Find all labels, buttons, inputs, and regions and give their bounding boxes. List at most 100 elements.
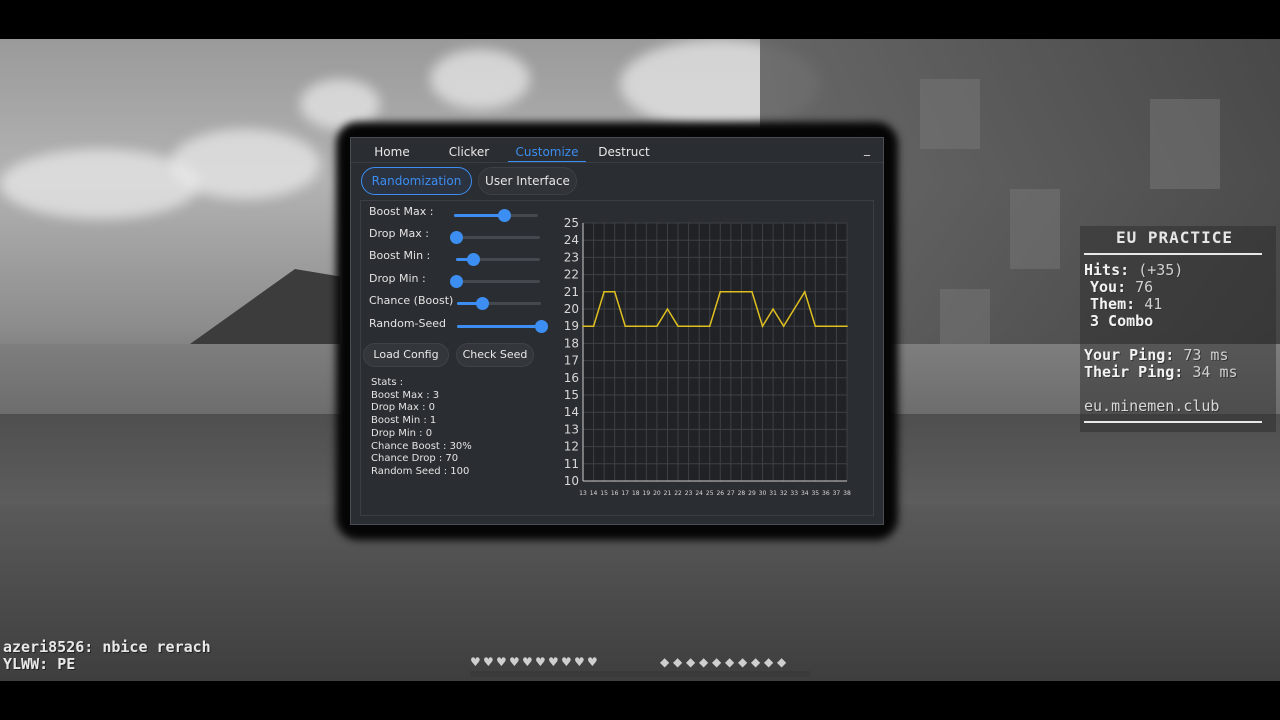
slider-knob[interactable] <box>466 253 480 266</box>
slider-label: Chance (Boost) <box>369 294 454 307</box>
x-tick-label: 25 <box>706 490 714 497</box>
your-ping-value: 73 ms <box>1183 346 1229 364</box>
heart-icon: ♥ <box>548 655 559 669</box>
cloud <box>170 129 320 199</box>
chat-name: YLWW: <box>3 655 49 673</box>
y-tick-label: 19 <box>564 319 579 333</box>
x-tick-label: 20 <box>653 490 661 497</box>
heart-icon: ♥ <box>470 655 481 669</box>
chat-message: nbice rerach <box>102 638 211 656</box>
combo-line: 3 Combo <box>1090 312 1154 330</box>
armor-icon: ◆ <box>673 655 683 669</box>
random-seed-slider[interactable] <box>457 320 548 333</box>
x-tick-label: 28 <box>738 490 746 497</box>
boost-max-slider[interactable] <box>454 209 538 222</box>
data-point <box>814 325 817 327</box>
wall-block <box>940 289 990 349</box>
wall-block <box>920 79 980 149</box>
load-config-button[interactable]: Load Config <box>363 343 449 367</box>
tabbar-divider <box>351 162 883 163</box>
tab-home[interactable]: Home <box>369 143 415 161</box>
x-tick-label: 27 <box>727 490 735 497</box>
slider-knob[interactable] <box>450 231 463 244</box>
data-point <box>793 308 795 310</box>
y-axis-ticks: 10 11 12 13 14 15 16 17 18 19 20 21 22 23 24 25 <box>564 216 579 488</box>
drop-max-slider[interactable] <box>450 231 540 244</box>
slider-fill <box>457 325 541 328</box>
their-ping-line: Their Ping: 34 ms <box>1084 363 1238 381</box>
tab-clicker[interactable]: Clicker <box>447 143 491 161</box>
armor-bar: ◆ ◆ ◆ ◆ ◆ ◆ ◆ ◆ ◆ ◆ <box>660 651 790 670</box>
chat-message: PE <box>57 655 76 673</box>
server-address: eu.minemen.club <box>1084 397 1220 415</box>
data-point <box>761 325 764 327</box>
y-tick-label: 11 <box>564 457 579 471</box>
you-value: 76 <box>1135 278 1154 296</box>
x-tick-label: 19 <box>643 490 651 497</box>
hits-label: Hits: <box>1084 261 1130 279</box>
x-tick-label: 13 <box>579 490 587 497</box>
stats-line: Random Seed : 100 <box>371 465 470 477</box>
server-title: EU PRACTICE <box>1116 228 1233 247</box>
them-line: Them: 41 <box>1090 295 1162 313</box>
subtab-user-interface[interactable]: User Interface <box>478 167 577 195</box>
distant-hill <box>190 269 340 344</box>
x-tick-label: 15 <box>600 490 608 497</box>
randomization-panel: Boost Max : Drop Max : Boost Min : Drop … <box>360 200 874 516</box>
slider-knob[interactable] <box>476 297 490 310</box>
hits-value: (+35) <box>1138 261 1184 279</box>
heart-icon: ♥ <box>496 655 507 669</box>
x-tick-label: 16 <box>611 490 619 497</box>
stats-header: Stats : <box>371 377 404 388</box>
slider-label: Drop Max : <box>369 227 429 240</box>
minimize-button[interactable]: _ <box>864 142 870 156</box>
stats-line: Chance Boost : 30% <box>371 440 472 452</box>
y-tick-label: 12 <box>564 440 579 454</box>
x-tick-label: 36 <box>822 490 830 497</box>
hotbar: ♥ ♥ ♥ ♥ ♥ ♥ ♥ ♥ ♥ ♥ ◆ ◆ ◆ ◆ ◆ ◆ ◆ ◆ ◆ ◆ <box>470 651 810 679</box>
y-tick-label: 13 <box>564 422 579 436</box>
xp-bar <box>470 671 810 677</box>
stats-line: Boost Min : 1 <box>371 415 437 427</box>
boost-min-slider[interactable] <box>456 253 540 266</box>
tab-customize[interactable]: Customize <box>508 143 586 162</box>
their-ping-label: Their Ping: <box>1084 363 1184 381</box>
x-tick-label: 37 <box>833 490 841 497</box>
stats-line: Drop Min : 0 <box>371 427 433 439</box>
scoreboard-divider <box>1084 253 1262 255</box>
stats-block: Stats : Boost Max : 3 Drop Max : 0 Boost… <box>371 377 472 479</box>
slider-knob[interactable] <box>535 320 548 333</box>
slider-knob[interactable] <box>450 275 463 288</box>
data-point <box>645 325 648 327</box>
armor-icon: ◆ <box>660 655 670 669</box>
chat-line: azeri8526: nbice rerach <box>3 638 211 656</box>
slider-fill <box>454 214 504 217</box>
x-tick-label: 17 <box>621 490 629 497</box>
check-seed-button[interactable]: Check Seed <box>456 343 534 367</box>
tab-destruct[interactable]: Destruct <box>597 143 651 161</box>
slider-knob[interactable] <box>497 209 511 222</box>
data-point <box>677 325 679 327</box>
heart-icon: ♥ <box>522 655 533 669</box>
data-point <box>835 325 838 327</box>
cloud <box>430 49 530 109</box>
slider-label: Drop Min : <box>369 272 426 285</box>
x-tick-label: 32 <box>780 490 788 497</box>
subtab-randomization[interactable]: Randomization <box>361 167 472 195</box>
data-point <box>803 291 806 293</box>
slider-label: Random-Seed <box>369 317 447 330</box>
chance-boost-slider[interactable] <box>457 297 541 310</box>
drop-min-slider[interactable] <box>450 275 540 288</box>
y-tick-label: 23 <box>564 250 579 264</box>
stats-line: Drop Max : 0 <box>371 402 435 414</box>
data-point <box>592 325 595 327</box>
armor-icon: ◆ <box>777 655 787 669</box>
data-point <box>825 325 827 327</box>
them-label: Them: <box>1090 295 1136 313</box>
hits-line: Hits: (+35) <box>1084 261 1183 279</box>
armor-icon: ◆ <box>712 655 722 669</box>
heart-icon: ♥ <box>587 655 598 669</box>
heart-icon: ♥ <box>574 655 585 669</box>
x-axis-ticks: 13 14 15 16 17 18 19 20 21 22 23 24 25 26 27 28 29 30 31 32… <box>579 490 851 497</box>
chat-name: azeri8526: <box>3 638 94 656</box>
